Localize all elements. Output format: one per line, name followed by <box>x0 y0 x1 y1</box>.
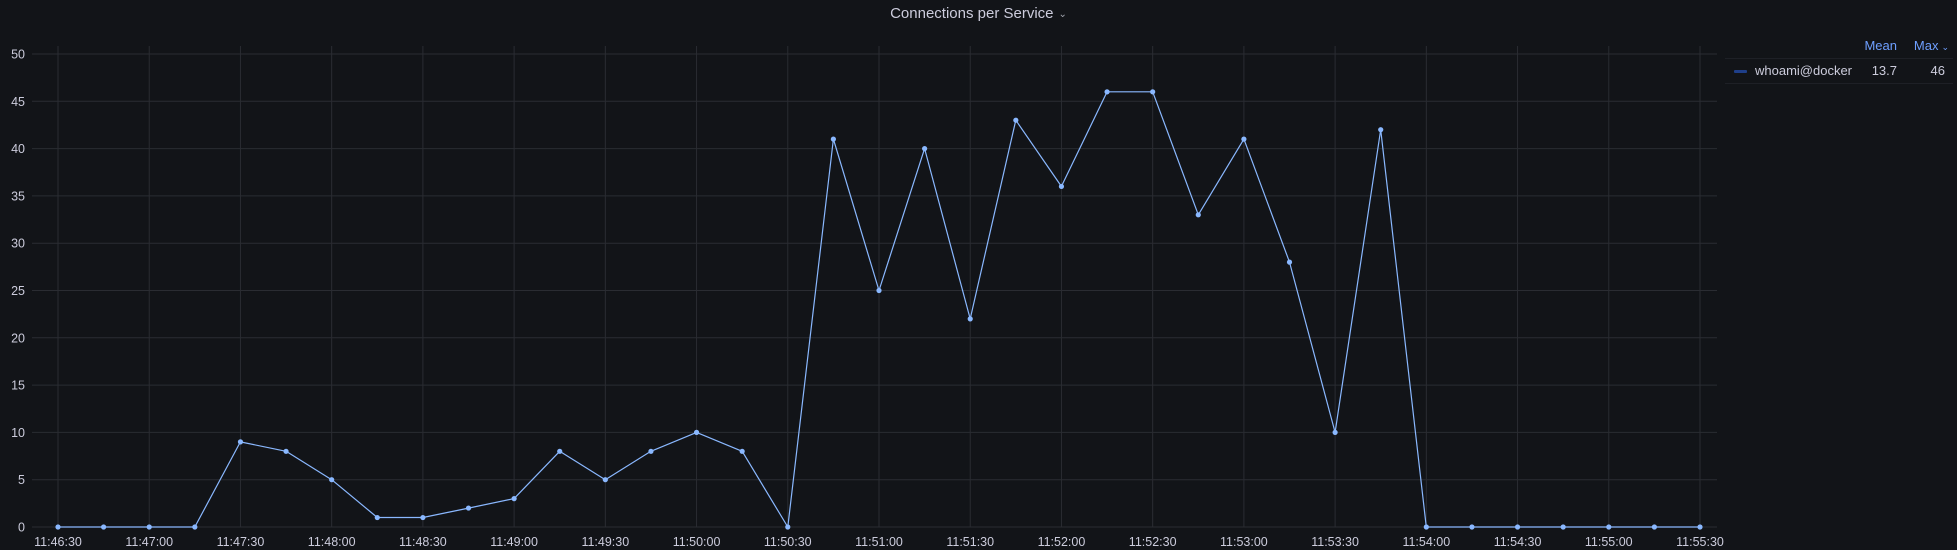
x-tick-label: 11:55:00 <box>1585 535 1633 549</box>
data-point <box>922 146 928 152</box>
y-tick-label: 20 <box>11 331 25 345</box>
legend: Mean Max ⌄ whoami@docker 13.7 46 <box>1725 38 1953 84</box>
data-point <box>1013 117 1019 123</box>
x-tick-label: 11:49:30 <box>581 535 629 549</box>
x-tick-label: 11:52:30 <box>1129 535 1177 549</box>
x-tick-label: 11:51:00 <box>855 535 903 549</box>
x-tick-label: 11:50:00 <box>673 535 721 549</box>
data-point <box>283 448 289 454</box>
data-point <box>1606 524 1612 530</box>
data-point <box>1469 524 1475 530</box>
series-color-swatch <box>1734 70 1747 73</box>
data-point <box>237 439 244 445</box>
y-tick-label: 10 <box>11 426 25 440</box>
y-tick-label: 35 <box>11 189 25 203</box>
x-tick-label: 11:53:30 <box>1311 535 1359 549</box>
data-point <box>1651 524 1657 530</box>
legend-header: Mean Max ⌄ <box>1725 38 1953 58</box>
data-point <box>648 448 654 454</box>
x-tick-label: 11:54:00 <box>1402 535 1450 549</box>
data-point <box>1378 127 1384 133</box>
data-point <box>1104 89 1110 95</box>
data-point <box>1697 524 1703 530</box>
data-point <box>465 505 472 511</box>
data-point <box>1286 259 1293 265</box>
data-point <box>329 477 335 483</box>
legend-column-max-label: Max <box>1913 38 1939 53</box>
x-tick-label: 11:55:30 <box>1676 535 1724 549</box>
x-tick-label: 11:48:00 <box>308 535 356 549</box>
chevron-down-icon: ⌄ <box>1941 42 1949 52</box>
y-tick-label: 5 <box>18 473 25 487</box>
data-point <box>1423 524 1429 530</box>
y-tick-label: 25 <box>11 284 25 298</box>
legend-series-name: whoami@docker <box>1755 63 1853 78</box>
y-tick-label: 30 <box>11 237 25 251</box>
data-point <box>876 287 882 294</box>
data-point <box>693 429 700 435</box>
data-point <box>374 514 380 521</box>
y-tick-label: 15 <box>11 379 25 393</box>
data-point <box>967 316 973 322</box>
y-tick-label: 50 <box>11 48 25 62</box>
data-point <box>192 524 198 530</box>
data-point <box>1150 89 1156 95</box>
legend-column-mean[interactable]: Mean <box>1864 38 1897 53</box>
x-tick-label: 11:46:30 <box>34 535 82 549</box>
data-point <box>1514 524 1521 530</box>
x-tick-label: 11:47:30 <box>217 535 265 549</box>
data-point <box>1195 212 1201 218</box>
data-point <box>101 524 107 530</box>
legend-series-max: 46 <box>1930 63 1945 78</box>
x-tick-label: 11:51:30 <box>946 535 994 549</box>
y-tick-label: 40 <box>11 142 25 156</box>
x-tick-label: 11:54:30 <box>1494 535 1542 549</box>
data-point <box>1241 136 1247 142</box>
time-series-chart[interactable]: 0 5 10 15 20 25 30 35 40 45 50 11:46:30 11:47:00 11:4… <box>0 0 1957 550</box>
data-point <box>55 524 61 530</box>
data-point <box>511 496 517 502</box>
data-point <box>420 514 426 521</box>
x-tick-label: 11:53:00 <box>1220 535 1268 549</box>
x-tick-label: 11:50:30 <box>764 535 812 549</box>
legend-column-max[interactable]: Max ⌄ <box>1914 38 1949 53</box>
data-point <box>785 524 791 530</box>
data-point <box>602 477 608 483</box>
x-tick-label: 11:47:00 <box>125 535 173 549</box>
data-point <box>557 448 563 454</box>
y-tick-label: 45 <box>11 95 25 109</box>
data-point <box>1560 524 1566 530</box>
chart-panel: Connections per Service ⌄ 0 5 10 15 20 25 30 35 4… <box>0 0 1957 550</box>
data-point <box>1332 429 1338 435</box>
x-tick-label: 11:48:30 <box>399 535 447 549</box>
legend-series-mean: 13.7 <box>1871 63 1897 78</box>
data-point <box>1058 183 1065 190</box>
legend-item[interactable]: whoami@docker 13.7 46 <box>1725 58 1953 84</box>
data-point <box>146 524 152 530</box>
y-tick-label: 0 <box>18 521 25 535</box>
x-tick-label: 11:49:00 <box>490 535 538 549</box>
data-point <box>739 448 745 454</box>
x-tick-label: 11:52:00 <box>1038 535 1086 549</box>
data-point <box>830 136 836 142</box>
